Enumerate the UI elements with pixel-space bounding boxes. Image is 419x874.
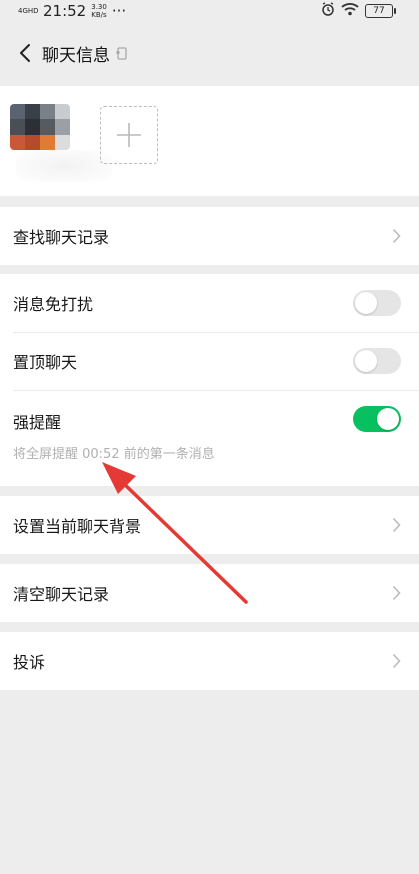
settings-group-clear: 清空聊天记录 — [0, 564, 419, 622]
chevron-right-icon — [392, 228, 401, 244]
toggle-knob — [355, 350, 377, 372]
settings-group-background: 设置当前聊天背景 — [0, 496, 419, 554]
pin-chat-row: 置顶聊天 — [0, 332, 419, 390]
set-chat-background-row[interactable]: 设置当前聊天背景 — [0, 496, 419, 554]
member-avatar[interactable] — [10, 104, 70, 150]
settings-group-notifications: 消息免打扰 置顶聊天 强提醒 将全屏提醒 00:52 前的第一条消息 — [0, 274, 419, 486]
network-indicator: 4GHD — [18, 6, 39, 15]
strong-reminder-row: 强提醒 将全屏提醒 00:52 前的第一条消息 — [0, 390, 419, 486]
add-member-button[interactable] — [100, 106, 158, 164]
mute-notifications-row: 消息免打扰 — [0, 274, 419, 332]
find-chat-history-row[interactable]: 查找聊天记录 — [0, 207, 419, 265]
report-label: 投诉 — [13, 653, 46, 672]
toggle-knob — [355, 292, 377, 314]
chevron-right-icon — [392, 585, 401, 601]
clear-chat-history-row[interactable]: 清空聊天记录 — [0, 564, 419, 622]
battery-icon: 77 — [365, 4, 396, 18]
wifi-icon — [341, 2, 359, 20]
phone-lock-icon — [116, 45, 128, 61]
strong-reminder-toggle[interactable] — [353, 406, 401, 432]
mute-notifications-label: 消息免打扰 — [13, 295, 94, 314]
set-chat-background-label: 设置当前聊天背景 — [13, 517, 142, 536]
chevron-right-icon — [392, 653, 401, 669]
back-button[interactable] — [8, 33, 42, 73]
plus-icon — [117, 123, 141, 147]
toggle-knob — [377, 408, 399, 430]
strong-reminder-label: 强提醒 — [13, 413, 62, 432]
members-panel — [0, 86, 419, 196]
page-title: 聊天信息 — [42, 45, 110, 66]
chevron-left-icon — [20, 44, 30, 62]
report-row[interactable]: 投诉 — [0, 632, 419, 690]
clear-chat-history-label: 清空聊天记录 — [13, 585, 110, 604]
nav-bar: 聊天信息 — [0, 22, 419, 84]
member-name-blurred — [16, 150, 112, 182]
chevron-right-icon — [392, 517, 401, 533]
find-chat-history-label: 查找聊天记录 — [13, 228, 110, 247]
strong-reminder-hint: 将全屏提醒 00:52 前的第一条消息 — [13, 447, 215, 462]
pin-chat-label: 置顶聊天 — [13, 353, 78, 372]
alarm-icon — [321, 2, 335, 20]
status-bar: 4GHD 21:52 3.30 KB/s ··· 77 — [0, 0, 419, 22]
pin-chat-toggle[interactable] — [353, 348, 401, 374]
settings-group-search: 查找聊天记录 — [0, 207, 419, 265]
network-speed: 3.30 KB/s — [91, 3, 107, 19]
status-time: 21:52 — [43, 2, 87, 20]
network-speed-value: 3.30 — [91, 3, 107, 11]
network-speed-unit: KB/s — [91, 11, 107, 19]
mute-notifications-toggle[interactable] — [353, 290, 401, 316]
settings-group-report: 投诉 — [0, 632, 419, 690]
more-notifications: ··· — [111, 2, 127, 20]
